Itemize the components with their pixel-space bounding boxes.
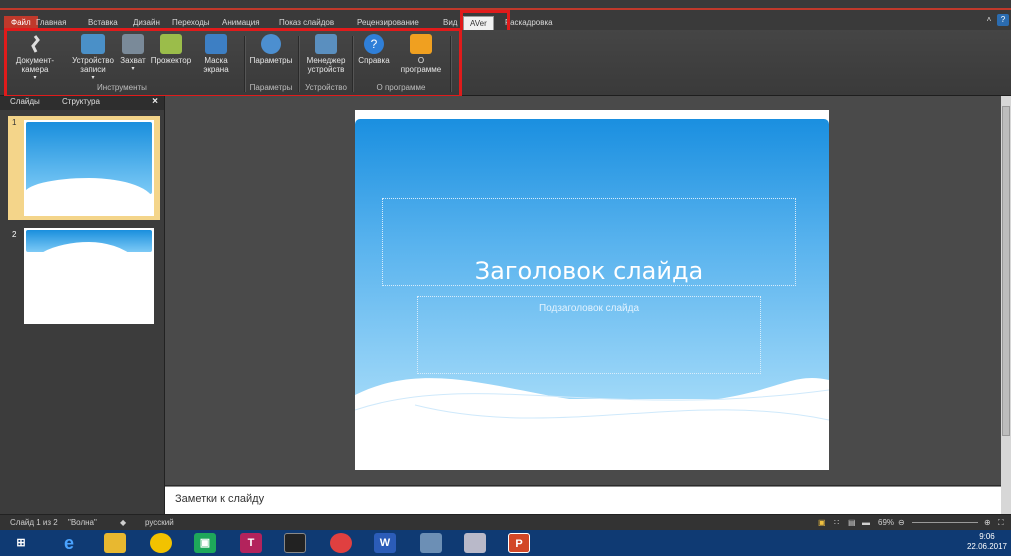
slide-subtitle: Подзаголовок слайда [538, 303, 640, 314]
help-icon[interactable]: ? [997, 14, 1009, 26]
tab-outline[interactable]: Структура [62, 97, 100, 106]
file-explorer-icon[interactable] [104, 533, 126, 553]
status-bar: Слайд 1 из 2 "Волна" ◆ русский ▣ ∷ ▤ ▬ 6… [0, 514, 1011, 530]
zoom-in-icon[interactable]: ⊕ [984, 518, 991, 527]
windows-taskbar: ⊞ e ▣ T W P 9:06 22.06.2017 [0, 530, 1011, 556]
slide-thumbnail-2[interactable]: 2 [8, 228, 160, 324]
powerpoint-icon[interactable]: P [508, 533, 530, 553]
scroll-thumb[interactable] [1002, 106, 1010, 436]
ie-icon[interactable]: e [58, 533, 80, 553]
minimize-ribbon-icon[interactable]: ˄ [983, 14, 995, 26]
title-placeholder[interactable]: Заголовок слайда [382, 198, 796, 286]
reading-view-icon[interactable]: ▤ [848, 518, 856, 527]
app-red-icon[interactable] [330, 533, 352, 553]
window-controls: ˄ ? [983, 14, 1009, 26]
fit-window-icon[interactable]: ⛶ [998, 518, 1004, 528]
windows-start-icon[interactable]: ⊞ [10, 533, 32, 553]
close-icon[interactable]: × [152, 96, 158, 107]
subtitle-placeholder[interactable]: Подзаголовок слайда [417, 296, 761, 374]
zoom-level[interactable]: 69% [878, 518, 894, 527]
slide-counter: Слайд 1 из 2 [10, 518, 58, 527]
sorter-view-icon[interactable]: ∷ [834, 518, 839, 527]
slide-number: 1 [12, 118, 17, 127]
highlight-ribbon-groups [4, 28, 462, 98]
slide-number: 2 [12, 230, 17, 239]
slideshow-view-icon[interactable]: ▬ [862, 518, 870, 527]
tab-storyboard[interactable]: Раскадровка [505, 16, 553, 30]
slide-editor: Заголовок слайда Подзаголовок слайда [165, 96, 1001, 485]
clock-date[interactable]: 22.06.2017 [967, 542, 1007, 552]
app-t-icon[interactable]: T [240, 533, 262, 553]
clock-time[interactable]: 9:06 [967, 532, 1007, 542]
tab-slides[interactable]: Слайды [10, 97, 40, 106]
slide-canvas[interactable]: Заголовок слайда Подзаголовок слайда [355, 110, 829, 470]
vertical-scrollbar[interactable] [1001, 96, 1011, 514]
thumbnail-image [24, 120, 154, 216]
zoom-slider[interactable] [912, 522, 978, 523]
spellcheck-icon[interactable]: ◆ [120, 518, 126, 527]
theme-name[interactable]: "Волна" [68, 518, 97, 527]
slide-title: Заголовок слайда [474, 257, 704, 285]
notes-pane[interactable]: Заметки к слайду [165, 486, 1001, 514]
slides-panel: Слайды Структура × 1 2 [0, 96, 165, 514]
zoom-out-icon[interactable]: ⊖ [898, 518, 905, 527]
thumbnail-image [24, 228, 154, 324]
panel-tabs: Слайды Структура × [0, 96, 164, 110]
media-player-icon[interactable] [150, 533, 172, 553]
word-icon[interactable]: W [374, 533, 396, 553]
powerpoint-window: Файл Главная Вставка Дизайн Переходы Ани… [0, 0, 1011, 556]
slide-thumbnail-1[interactable]: 1 [8, 116, 160, 220]
system-tray: 9:06 22.06.2017 [967, 532, 1007, 552]
store-icon[interactable]: ▣ [194, 533, 216, 553]
language[interactable]: русский [145, 518, 174, 527]
cmd-icon[interactable] [284, 533, 306, 553]
notes-placeholder: Заметки к слайду [175, 493, 265, 505]
normal-view-icon[interactable]: ▣ [818, 518, 826, 527]
network-app-icon[interactable] [420, 533, 442, 553]
paint-icon[interactable] [464, 533, 486, 553]
